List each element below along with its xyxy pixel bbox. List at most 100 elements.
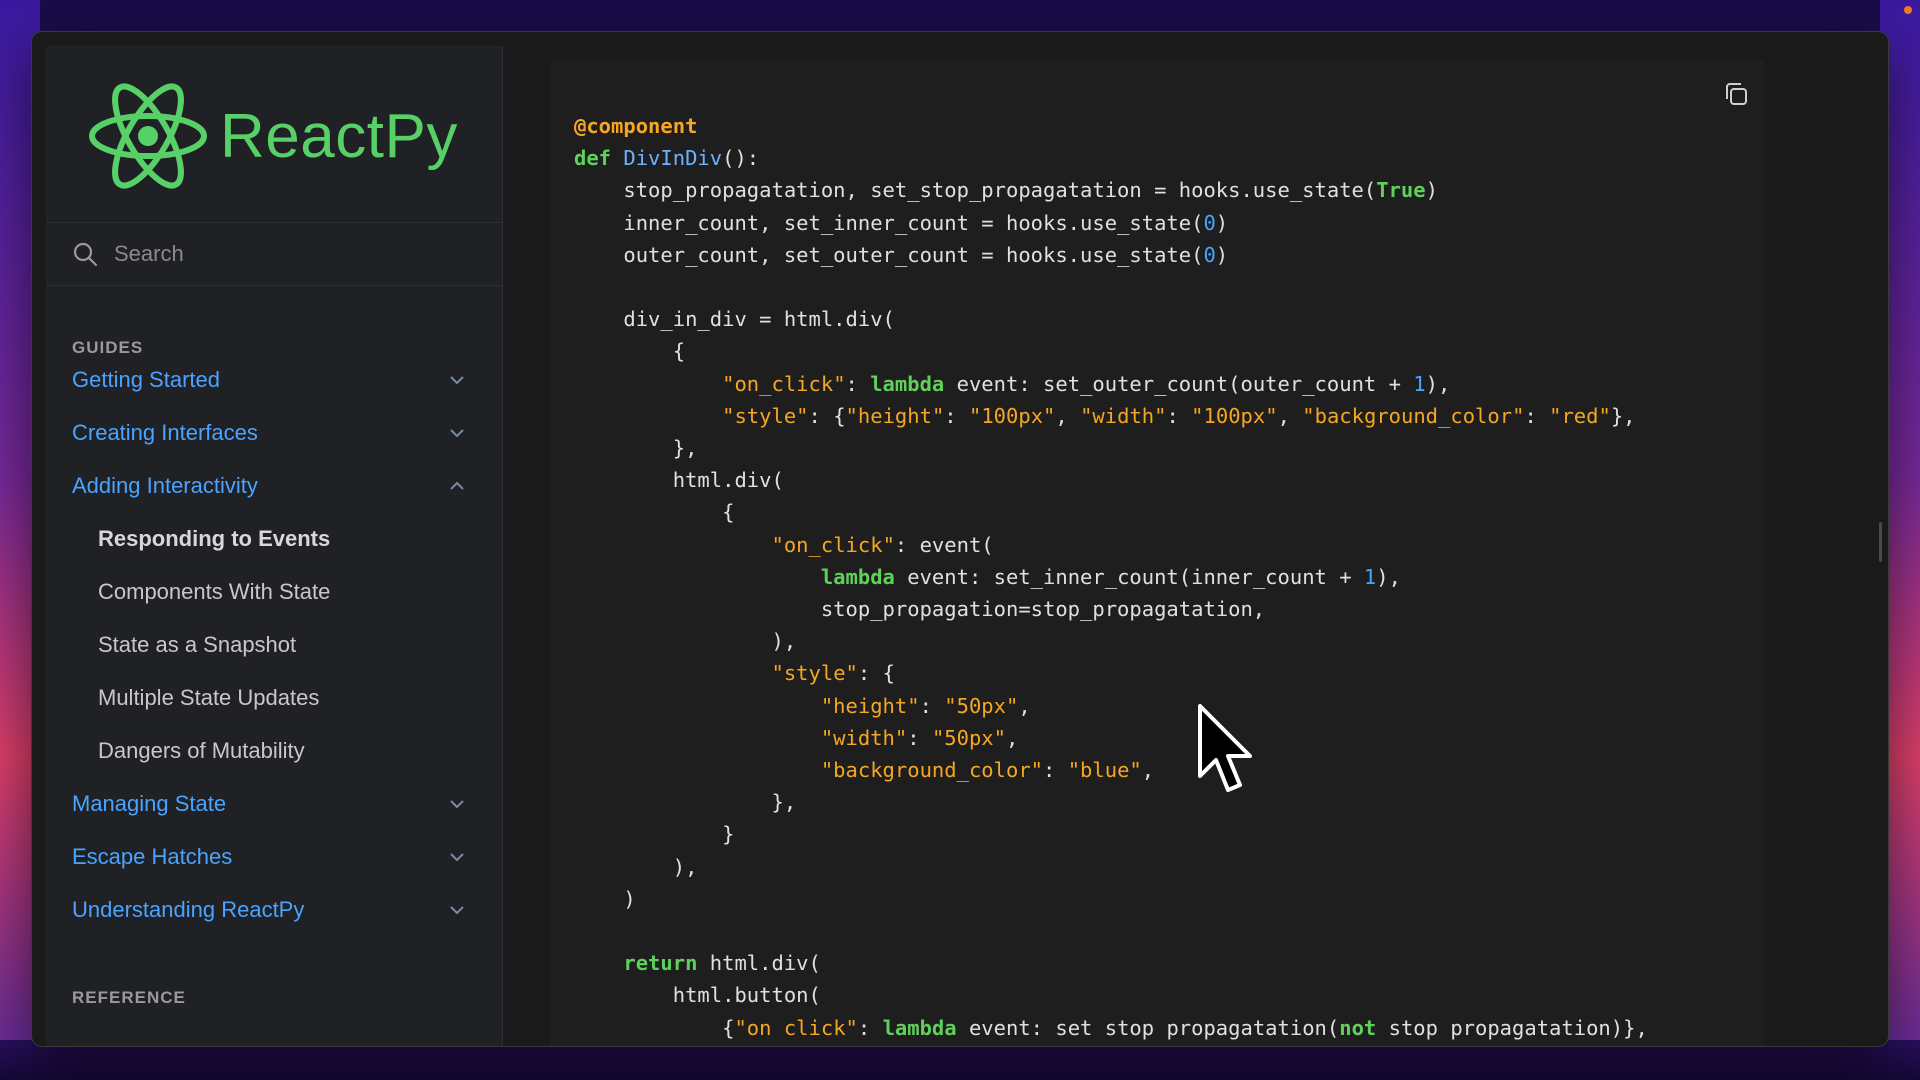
code-token: "50px"	[931, 725, 1006, 750]
chevron-down-icon[interactable]	[448, 795, 466, 813]
sidebar-subitem-dangers-of-mutability[interactable]: Dangers of Mutability	[98, 731, 305, 771]
code-line: @component	[574, 110, 1648, 142]
code-line: },	[574, 786, 1648, 818]
code-line: "on_click": lambda event: set_outer_coun…	[574, 368, 1648, 400]
sidebar-item-label: Understanding ReactPy	[72, 897, 305, 922]
code-line: html.button(	[574, 979, 1648, 1011]
chevron-down-icon[interactable]	[448, 424, 466, 442]
code-line: stop_propagation=stop_propagatation,	[574, 593, 1648, 625]
code-token: 0	[1203, 210, 1216, 235]
sidebar-subitem-components-with-state[interactable]: Components With State	[98, 572, 330, 612]
code-token: ,	[1277, 403, 1303, 428]
code-line: "height": "50px",	[574, 690, 1648, 722]
search-bar[interactable]	[46, 222, 502, 286]
sidebar-item-creating-interfaces[interactable]: Creating Interfaces	[72, 413, 476, 453]
code-line: "style": {"height": "100px", "width": "1…	[574, 400, 1648, 432]
sidebar-item-label: Creating Interfaces	[72, 420, 258, 445]
code-token: ),	[574, 854, 698, 879]
code-token: },	[574, 790, 797, 815]
sidebar-subitem-responding-to-events[interactable]: Responding to Events	[98, 519, 330, 559]
code-token: stop propagatation)},	[1376, 1015, 1648, 1040]
code-token: "on_click"	[771, 532, 895, 557]
code-line: div_in_div = html.div(	[574, 303, 1648, 335]
code-line: return html.div(	[574, 947, 1648, 979]
code-line: {	[574, 496, 1648, 528]
code-token: {	[574, 1015, 735, 1040]
sidebar-item-escape-hatches[interactable]: Escape Hatches	[72, 837, 476, 877]
code-line: inner_count, set_inner_count = hooks.use…	[574, 207, 1648, 239]
code-token: {	[574, 339, 686, 364]
sidebar-item-label: Getting Started	[72, 367, 220, 392]
code-token: def	[574, 146, 624, 171]
sidebar-item-adding-interactivity[interactable]: Adding Interactivity	[72, 466, 476, 506]
code-line: lambda event: set_inner_count(inner_coun…	[574, 561, 1648, 593]
code-line: "background_color": "blue",	[574, 754, 1648, 786]
code-token: lambda	[820, 564, 895, 589]
code-line: "on_click": event(	[574, 529, 1648, 561]
scrollbar-thumb[interactable]	[1879, 522, 1882, 562]
sidebar-item-managing-state[interactable]: Managing State	[72, 784, 476, 824]
code-token: : {	[857, 661, 895, 686]
code-token: lambda	[870, 371, 945, 396]
code-line: {"on click": lambda event: set stop prop…	[574, 1012, 1648, 1044]
search-input[interactable]	[112, 240, 456, 268]
code-token: "style"	[771, 661, 858, 686]
chevron-down-icon[interactable]	[448, 371, 466, 389]
copy-icon[interactable]	[1722, 80, 1750, 108]
code-line: stop_propagatation, set_stop_propagatati…	[574, 174, 1648, 206]
code-token: )	[1215, 242, 1229, 267]
code-token: stop_propagation=stop_propagatation,	[574, 597, 1266, 622]
background-floor	[0, 1040, 1920, 1080]
code-line: },	[574, 432, 1648, 464]
sidebar-item-label: Escape Hatches	[72, 844, 233, 869]
code-token: not	[1339, 1015, 1377, 1040]
code-line: {	[574, 335, 1648, 367]
sidebar: ReactPy GUIDES Getting Started Creating …	[46, 46, 503, 1046]
code-token: :	[857, 1015, 883, 1040]
code-token: :	[907, 725, 932, 750]
code-token: event: set stop propagatation(	[956, 1015, 1340, 1040]
code-token: "100px"	[968, 403, 1056, 428]
logo[interactable]: ReactPy	[86, 80, 458, 192]
code-token: :	[944, 403, 969, 428]
code-token: :	[845, 371, 871, 396]
status-dot	[1904, 6, 1912, 14]
code-token: :	[1524, 403, 1550, 428]
sidebar-item-label: Managing State	[72, 791, 227, 816]
code-token: : {	[808, 403, 846, 428]
code-token: ),	[1425, 371, 1451, 396]
code-token: 1	[1413, 371, 1426, 396]
code-token: "width"	[1080, 403, 1167, 428]
code-line: html.div(	[574, 464, 1648, 496]
code-line: outer_count, set_outer_count = hooks.use…	[574, 239, 1648, 271]
code-token: ),	[1376, 564, 1401, 589]
code-token: : event(	[894, 532, 994, 557]
code-token: html.div(	[574, 468, 784, 493]
code-token: )	[1425, 178, 1438, 203]
chevron-up-icon[interactable]	[448, 477, 466, 495]
code-token: ,	[1006, 725, 1019, 750]
code-token: "style"	[722, 403, 809, 428]
chevron-down-icon[interactable]	[448, 848, 466, 866]
code-token: ,	[1018, 693, 1031, 718]
code-token: event: set_inner_count(inner_count +	[894, 564, 1364, 589]
chevron-down-icon[interactable]	[448, 901, 466, 919]
code-token: :	[1166, 403, 1192, 428]
sidebar-item-getting-started[interactable]: Getting Started	[72, 360, 476, 400]
code-token: 0	[1203, 242, 1216, 267]
code-token: html.button(	[574, 983, 821, 1008]
code-token: )	[574, 886, 636, 911]
sidebar-subitem-state-as-snapshot[interactable]: State as a Snapshot	[98, 625, 296, 665]
code-token: div_in_div = html.div(	[574, 307, 895, 332]
code-token: event: set_outer_count(outer_count +	[944, 371, 1414, 396]
code-token: outer_count, set_outer_count = hooks.use…	[574, 242, 1204, 267]
sidebar-subitem-multiple-state-updates[interactable]: Multiple State Updates	[98, 678, 319, 718]
sidebar-item-understanding-reactpy[interactable]: Understanding ReactPy	[72, 890, 476, 930]
code-token: ,	[1141, 758, 1155, 783]
